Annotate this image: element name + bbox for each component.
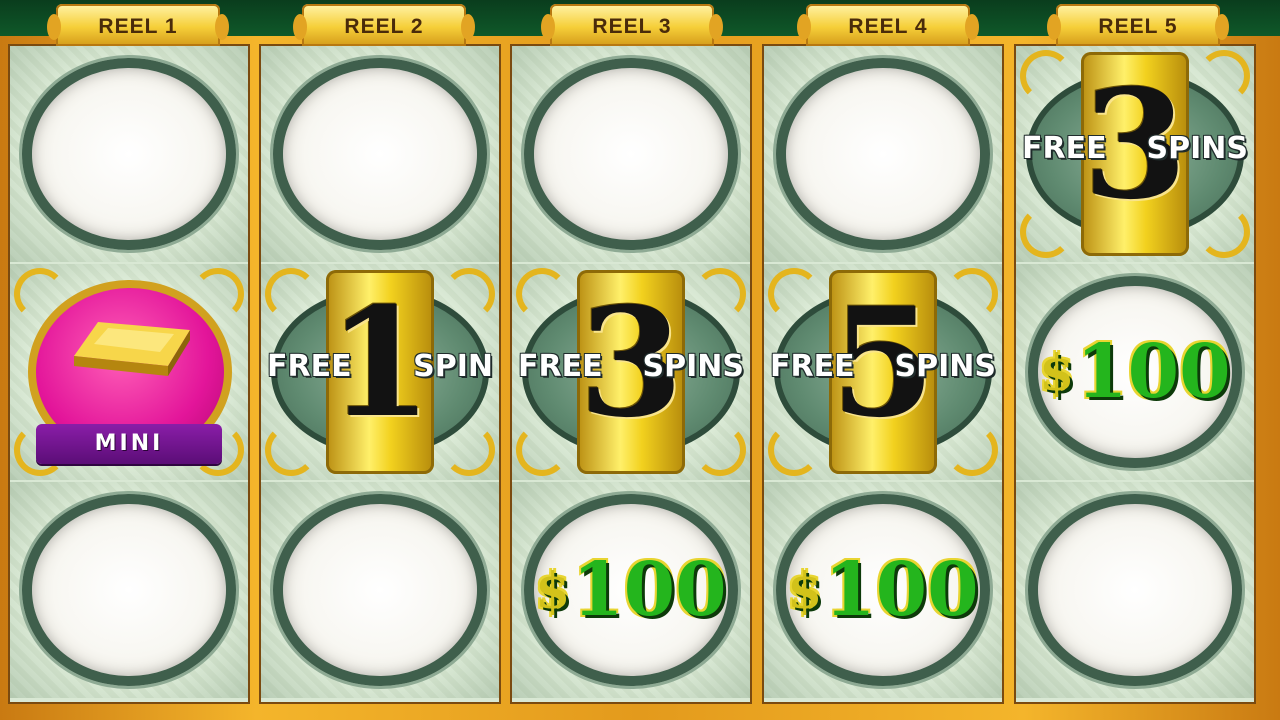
credit-amount: 100 [1076, 329, 1231, 415]
reel-3-cell-3: $ 100 [512, 482, 750, 698]
reel-1-cell-2: MINI [10, 264, 248, 480]
reel-5: 3 FREE SPINS $ 100 [1014, 44, 1256, 704]
gold-bar-icon [74, 322, 190, 376]
spins-label: SPINS [1146, 130, 1248, 166]
reel-4-cell-2: 5 FREE SPINS [764, 264, 1002, 480]
credit-prize-symbol: $ 100 [1016, 264, 1254, 480]
currency-sign: $ [535, 560, 571, 620]
spins-label: SPINS [894, 348, 996, 384]
blank-oval-symbol [1028, 494, 1242, 686]
credit-amount: 100 [824, 547, 979, 633]
reel-label-1: REEL 1 [47, 4, 229, 46]
free-spins-banner: FREE SPINS [766, 344, 1000, 388]
currency-sign: $ [787, 560, 823, 620]
reel-5-cell-3 [1016, 482, 1254, 698]
free-label: FREE [770, 348, 855, 384]
reel-1: MINI [8, 44, 250, 704]
mini-ribbon: MINI [36, 424, 222, 464]
reel-4-cell-1 [764, 46, 1002, 262]
spin-label: SPIN [413, 348, 493, 384]
reel-5-cell-1: 3 FREE SPINS [1016, 46, 1254, 262]
reel-2-cell-2: 1 FREE SPIN [261, 264, 499, 480]
blank-oval-symbol [273, 494, 487, 686]
reel-1-cell-3 [10, 482, 248, 698]
blank-oval-symbol [273, 58, 487, 250]
free-spins-banner: FREE SPINS [514, 344, 748, 388]
blank-oval-symbol [524, 58, 738, 250]
reel-4-cell-3: $ 100 [764, 482, 1002, 698]
blank-oval-symbol [22, 58, 236, 250]
blank-oval-symbol [776, 58, 990, 250]
credit-prize-symbol: $ 100 [764, 482, 1002, 698]
reel-2: 1 FREE SPIN [259, 44, 501, 704]
reel-4: 5 FREE SPINS $ 100 [762, 44, 1004, 704]
reel-label-3: REEL 3 [541, 4, 723, 46]
free-label: FREE [518, 348, 603, 384]
reel-label-4: REEL 4 [797, 4, 979, 46]
free-label: FREE [267, 348, 352, 384]
free-label: FREE [1022, 130, 1107, 166]
free-spins-banner: FREE SPINS [1018, 126, 1252, 170]
blank-oval-symbol [22, 494, 236, 686]
reel-label-5: REEL 5 [1047, 4, 1229, 46]
free-spin-banner: FREE SPIN [263, 344, 497, 388]
credit-prize-symbol: $ 100 [512, 482, 750, 698]
reel-1-cell-1 [10, 46, 248, 262]
spins-label: SPINS [642, 348, 744, 384]
reel-label-2: REEL 2 [293, 4, 475, 46]
reel-2-cell-3 [261, 482, 499, 698]
credit-amount: 100 [572, 547, 727, 633]
currency-sign: $ [1039, 342, 1075, 402]
reel-3: 3 FREE SPINS $ 100 [510, 44, 752, 704]
reel-5-cell-2: $ 100 [1016, 264, 1254, 480]
reel-2-cell-1 [261, 46, 499, 262]
reel-3-cell-2: 3 FREE SPINS [512, 264, 750, 480]
reel-3-cell-1 [512, 46, 750, 262]
